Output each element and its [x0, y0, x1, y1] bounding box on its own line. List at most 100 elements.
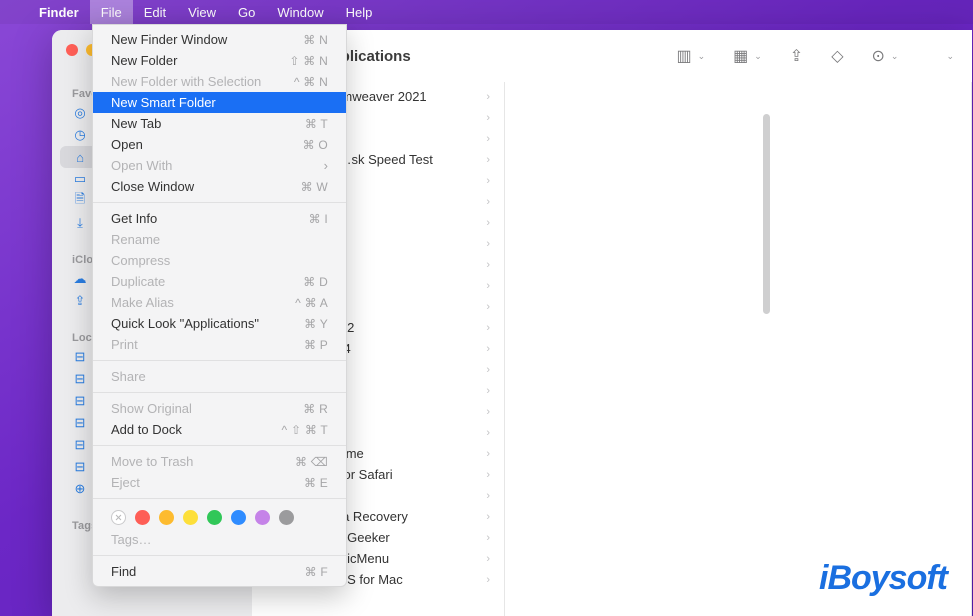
menu-shortcut: ⌘ ⌫ — [295, 455, 328, 469]
expand-search-icon[interactable]: ⌄ — [946, 51, 954, 62]
disk-icon: ⊟ — [72, 415, 88, 431]
disk-icon: ⊟ — [72, 349, 88, 365]
menu-item-label: New Smart Folder — [111, 95, 216, 110]
apps-icon: ⌂ — [72, 149, 88, 165]
menu-item-label: Tags… — [111, 532, 151, 547]
menu-shortcut: ⌘ P — [304, 338, 328, 352]
disk-icon: ⊟ — [72, 371, 88, 387]
menu-item-open[interactable]: Open⌘ O — [93, 134, 346, 155]
menu-item-label: Close Window — [111, 179, 194, 194]
chevron-down-icon: ⌄ — [891, 51, 899, 62]
menu-item-new-smart-folder[interactable]: New Smart Folder — [93, 92, 346, 113]
menu-item-tags: Tags… — [93, 529, 346, 550]
chevron-right-icon: › — [486, 259, 490, 271]
doc-icon: 🗎 — [72, 193, 88, 209]
tag-color[interactable] — [255, 510, 270, 525]
menu-shortcut: ⇧ ⌘ N — [289, 54, 328, 68]
chevron-right-icon: › — [486, 364, 490, 376]
menu-item-label: New Folder with Selection — [111, 74, 261, 89]
menu-shortcut: ^ ⌘ A — [295, 296, 328, 310]
menu-separator — [93, 498, 346, 499]
menu-item-find[interactable]: Find ⌘ F — [93, 561, 346, 582]
tag-clear-icon[interactable] — [111, 510, 126, 525]
chevron-right-icon: › — [486, 385, 490, 397]
menu-shortcut: ⌘ Y — [304, 317, 328, 331]
desktop-icon: ▭ — [72, 171, 88, 187]
menu-shortcut: ⌘ T — [305, 117, 328, 131]
menu-item-label: Move to Trash — [111, 454, 193, 469]
chevron-right-icon: › — [486, 406, 490, 418]
menubar-view[interactable]: View — [177, 0, 227, 24]
chevron-right-icon: › — [486, 427, 490, 439]
menu-item-quick-look-applications[interactable]: Quick Look "Applications"⌘ Y — [93, 313, 346, 334]
clock-icon: ◷ — [72, 127, 88, 143]
menu-shortcut: ⌘ I — [309, 212, 328, 226]
disk-icon: ⊟ — [72, 437, 88, 453]
more-actions-button[interactable]: ⊙ ⌄ — [872, 46, 899, 66]
menu-item-show-original: Show Original ⌘ R — [93, 398, 346, 419]
menu-shortcut: ⌘ R — [303, 402, 328, 416]
menubar: Finder FileEditViewGoWindowHelp — [0, 0, 973, 24]
finder-main: ‹ › Applications ▥ ⌄ ▦ ⌄ ⇪ ◇ ⊙ ⌄ ⌄ — [252, 30, 972, 616]
tag-color[interactable] — [159, 510, 174, 525]
menu-item-new-finder-window[interactable]: New Finder Window⌘ N — [93, 29, 346, 50]
menu-shortcut: ⌘ O — [303, 138, 328, 152]
menu-item-label: Get Info — [111, 211, 157, 226]
chevron-right-icon: › — [486, 532, 490, 544]
menubar-help[interactable]: Help — [335, 0, 384, 24]
chevron-right-icon: › — [486, 511, 490, 523]
chevron-right-icon: › — [486, 322, 490, 334]
menu-item-label: Eject — [111, 475, 140, 490]
menubar-edit[interactable]: Edit — [133, 0, 177, 24]
menu-item-close-window[interactable]: Close Window⌘ W — [93, 176, 346, 197]
menubar-window[interactable]: Window — [266, 0, 334, 24]
menu-item-add-to-dock[interactable]: Add to Dock^ ⇧ ⌘ T — [93, 419, 346, 440]
chevron-right-icon: › — [486, 280, 490, 292]
chevron-right-icon: › — [486, 154, 490, 166]
watermark: iBoysoft — [819, 559, 947, 598]
tag-color[interactable] — [135, 510, 150, 525]
group-by-button[interactable]: ▦ ⌄ — [733, 46, 762, 66]
menu-separator — [93, 392, 346, 393]
menu-item-label: Compress — [111, 253, 170, 268]
close-button[interactable] — [66, 44, 78, 56]
menubar-file[interactable]: File — [90, 0, 133, 24]
menubar-app[interactable]: Finder — [28, 0, 90, 24]
tag-color[interactable] — [207, 510, 222, 525]
menu-item-make-alias: Make Alias^ ⌘ A — [93, 292, 346, 313]
toolbar: ‹ › Applications ▥ ⌄ ▦ ⌄ ⇪ ◇ ⊙ ⌄ ⌄ — [252, 30, 972, 82]
menu-item-new-tab[interactable]: New Tab ⌘ T — [93, 113, 346, 134]
disk-icon: ⊟ — [72, 459, 88, 475]
tag-color[interactable] — [279, 510, 294, 525]
menu-item-label: Show Original — [111, 401, 192, 416]
tags-button[interactable]: ◇ — [831, 46, 843, 66]
menu-item-rename: Rename — [93, 229, 346, 250]
chevron-down-icon: ⌄ — [698, 51, 706, 62]
chevron-right-icon: › — [486, 196, 490, 208]
menu-item-get-info[interactable]: Get Info ⌘ I — [93, 208, 346, 229]
chevron-right-icon: › — [486, 553, 490, 565]
file-menu-dropdown: New Finder Window⌘ NNew Folder⇧ ⌘ N New F… — [92, 24, 347, 587]
tag-color-row — [93, 504, 346, 529]
chevron-right-icon: › — [486, 133, 490, 145]
ellipsis-circle-icon: ⊙ — [872, 46, 885, 66]
menu-item-label: New Tab — [111, 116, 161, 131]
menu-shortcut: ⌘ F — [305, 565, 328, 579]
chevron-right-icon: › — [486, 574, 490, 586]
scrollbar[interactable] — [763, 114, 770, 314]
menu-item-new-folder[interactable]: New Folder⇧ ⌘ N — [93, 50, 346, 71]
share-button[interactable]: ⇪ — [790, 46, 803, 66]
chevron-right-icon: › — [486, 112, 490, 124]
columns-icon: ▥ — [676, 46, 691, 66]
disk-icon: ⊟ — [72, 393, 88, 409]
menu-item-label: Share — [111, 369, 146, 384]
chevron-right-icon: › — [486, 448, 490, 460]
menu-item-label: Add to Dock — [111, 422, 182, 437]
menubar-go[interactable]: Go — [227, 0, 266, 24]
tag-color[interactable] — [183, 510, 198, 525]
chevron-right-icon: › — [486, 469, 490, 481]
menu-item-label: Rename — [111, 232, 160, 247]
menu-item-label: Find — [111, 564, 136, 579]
tag-color[interactable] — [231, 510, 246, 525]
view-mode-button[interactable]: ▥ ⌄ — [676, 46, 705, 66]
